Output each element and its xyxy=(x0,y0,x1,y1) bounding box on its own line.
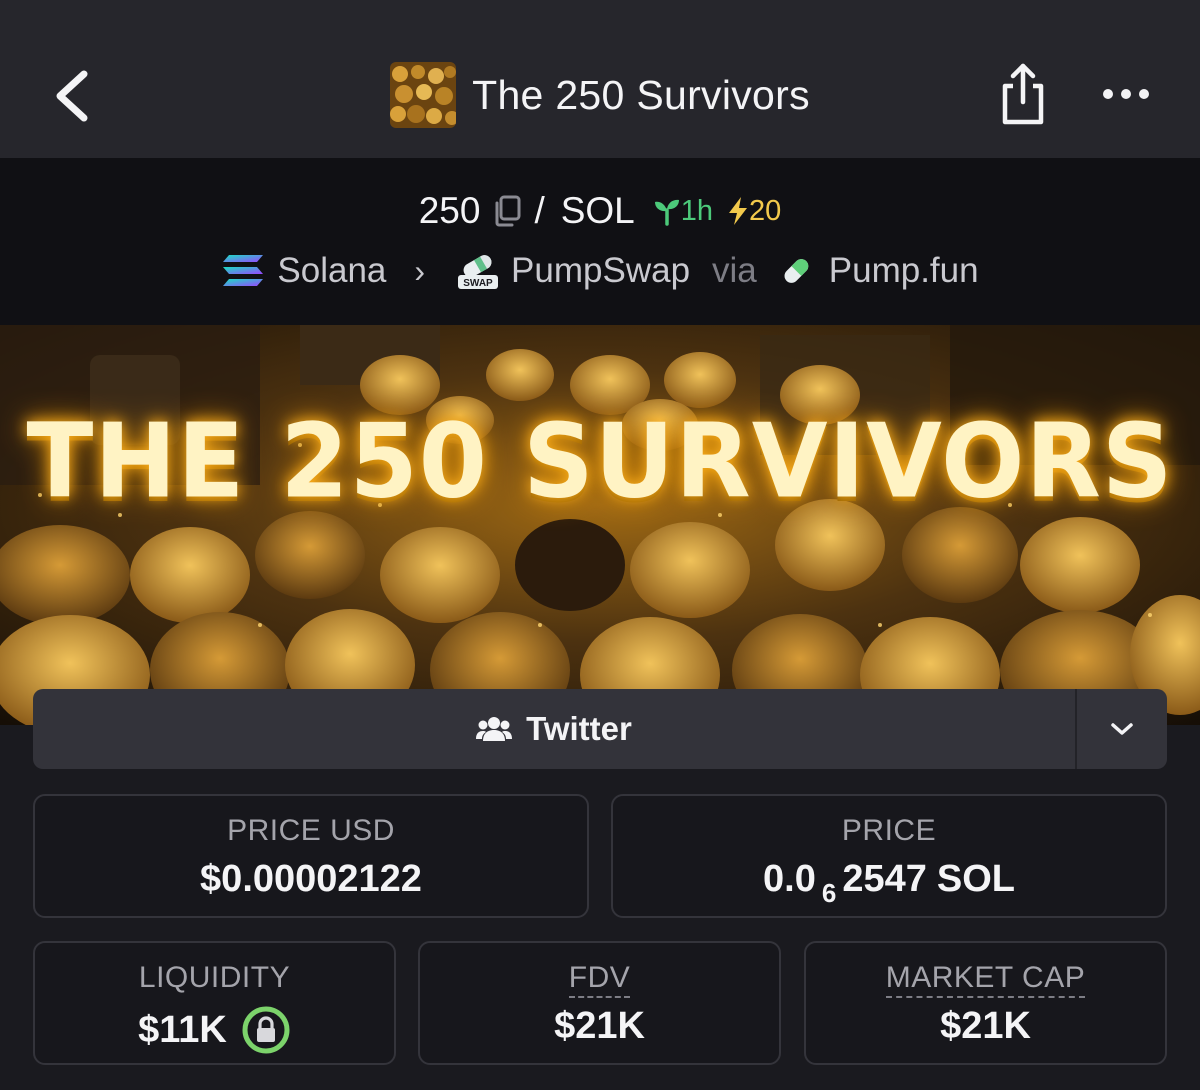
copy-icon[interactable] xyxy=(492,195,522,227)
banner-headline: THE 250 SURVIVORS xyxy=(26,402,1174,522)
more-options-button[interactable] xyxy=(1096,76,1156,112)
lightning-icon xyxy=(729,197,748,225)
price-zero-count: 6 xyxy=(821,878,837,908)
fdv-label[interactable]: FDV xyxy=(568,961,631,998)
price-prefix: 0.0 xyxy=(763,858,816,900)
socials-dropdown-button[interactable] xyxy=(1075,689,1167,769)
price-usd-label: PRICE USD xyxy=(227,814,395,847)
price-usd-value: $0.00002122 xyxy=(200,858,422,900)
market-cap-label[interactable]: MARKET CAP xyxy=(885,961,1086,998)
price-native-label: PRICE xyxy=(841,814,937,847)
market-cap-label-wrap: MARKET CAP xyxy=(806,961,1165,998)
chevron-left-icon xyxy=(56,70,88,122)
socials-bar: Twitter xyxy=(33,689,1167,769)
dex-name[interactable]: PumpSwap xyxy=(511,251,690,291)
page-title: The 250 Survivors xyxy=(472,71,810,118)
users-icon xyxy=(476,717,513,741)
quote-symbol: SOL xyxy=(560,190,635,231)
swap-badge-text: SWAP xyxy=(463,278,493,289)
market-cap-card: MARKET CAP $21K xyxy=(804,941,1167,1065)
liquidity-card: LIQUIDITY $11K xyxy=(33,941,396,1065)
solana-logo-icon xyxy=(223,255,264,286)
boosts-badge[interactable]: 20 xyxy=(727,195,781,228)
chain-name[interactable]: Solana xyxy=(277,251,386,291)
price-unit: SOL xyxy=(936,858,1015,900)
pair-header: 250 / SOL 1h 20 Solana › SWAP PumpSwap v… xyxy=(0,158,1200,325)
liquidity-value-row: $11K xyxy=(35,1005,394,1055)
launchpad-name[interactable]: Pump.fun xyxy=(829,251,979,291)
via-label: via xyxy=(712,251,757,290)
twitter-label: Twitter xyxy=(526,710,632,747)
seedling-icon xyxy=(654,199,679,226)
chevron-down-icon xyxy=(1111,723,1133,735)
price-usd-card: PRICE USD $0.00002122 xyxy=(33,794,589,918)
fdv-card: FDV $21K xyxy=(418,941,781,1065)
chevron-right-icon: › xyxy=(414,252,426,289)
price-native-card: PRICE 0.0 6 2547 SOL xyxy=(611,794,1167,918)
pair-age-value: 1h xyxy=(680,194,714,227)
pill-logo-icon xyxy=(784,259,809,283)
base-symbol: 250 xyxy=(418,190,481,231)
price-native-value: 0.0 6 2547 SOL xyxy=(613,858,1165,908)
more-horizontal-icon xyxy=(1103,89,1149,99)
chain-breadcrumb: Solana › SWAP PumpSwap via Pump.fun xyxy=(0,246,1200,296)
share-button[interactable] xyxy=(995,60,1051,128)
lock-icon[interactable] xyxy=(241,1005,291,1055)
price-digits: 2547 xyxy=(842,858,927,900)
fdv-value: $21K xyxy=(554,1005,645,1047)
market-cap-value: $21K xyxy=(940,1005,1031,1047)
pumpswap-logo-icon: SWAP xyxy=(458,255,499,289)
back-button[interactable] xyxy=(40,58,110,134)
fdv-label-wrap: FDV xyxy=(420,961,779,998)
share-icon xyxy=(1002,63,1044,125)
boosts-value: 20 xyxy=(749,194,782,227)
twitter-button[interactable]: Twitter xyxy=(33,689,1075,769)
liquidity-value: $11K xyxy=(138,1008,227,1051)
token-avatar[interactable] xyxy=(390,62,457,128)
token-banner-image xyxy=(0,325,1200,725)
top-nav-bar: The 250 Survivors xyxy=(0,0,1200,158)
pair-age-badge: 1h xyxy=(653,195,713,228)
pair-row: 250 / SOL 1h 20 xyxy=(0,186,1200,236)
pair-separator: / xyxy=(534,190,545,231)
liquidity-label: LIQUIDITY xyxy=(138,961,291,994)
